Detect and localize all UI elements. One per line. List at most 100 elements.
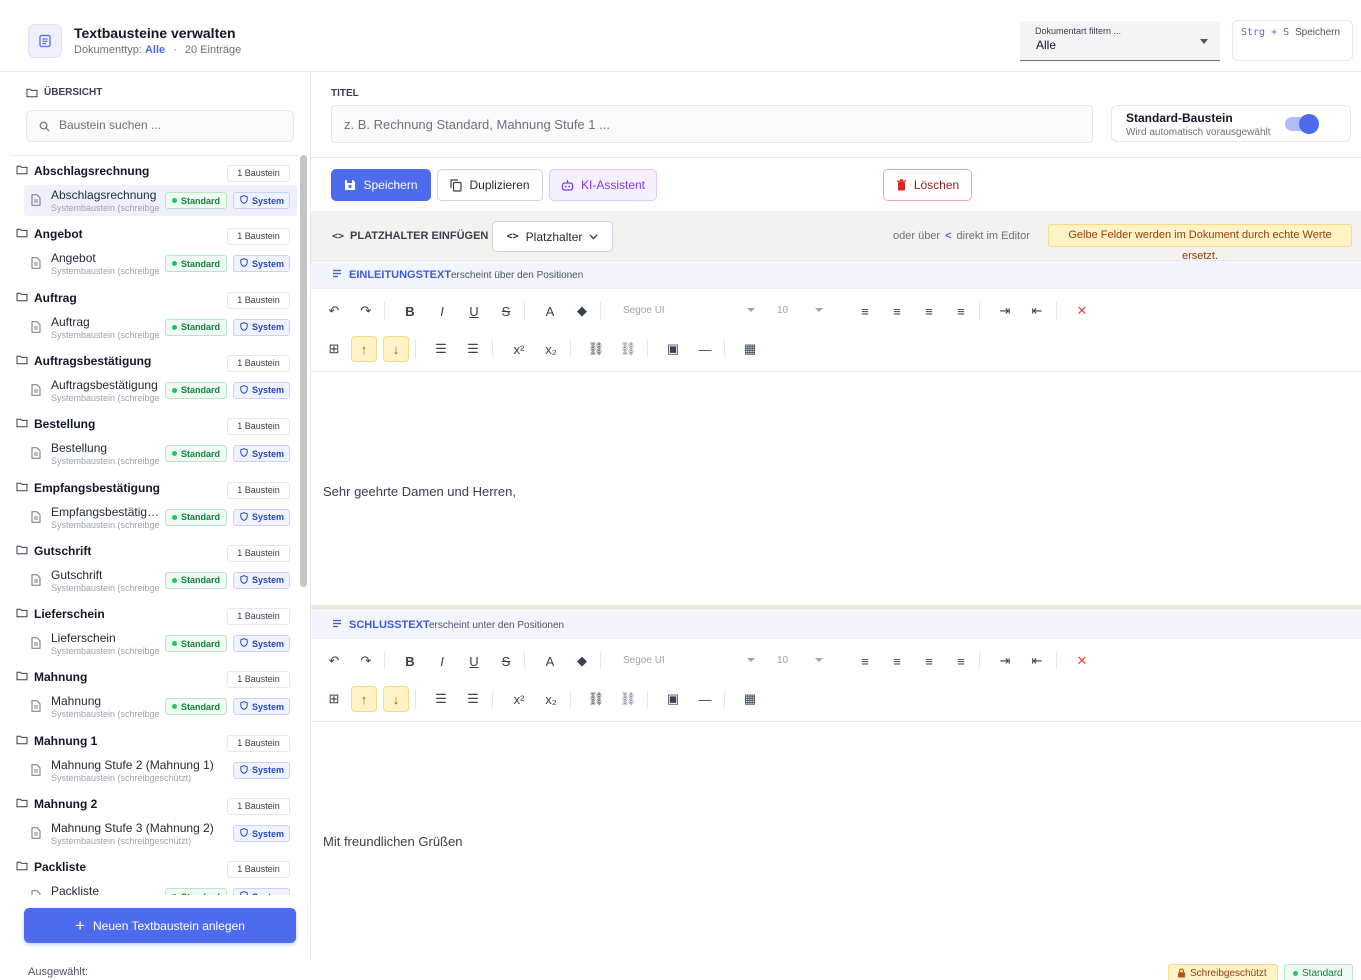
bullet-list-button[interactable]: ☰ <box>460 686 486 712</box>
image-button[interactable]: ▣ <box>660 686 686 712</box>
unlink-button[interactable]: ⛓ <box>615 686 641 712</box>
highlight-button[interactable]: ◆ <box>569 298 595 324</box>
clear-format-button[interactable]: ✕ <box>1069 648 1095 674</box>
font-color-button[interactable]: A <box>537 648 563 674</box>
font-color-button[interactable]: A <box>537 298 563 324</box>
superscript-button[interactable]: x² <box>506 336 532 362</box>
bold-button[interactable]: B <box>397 648 423 674</box>
link-button[interactable]: ⛓ <box>583 336 609 362</box>
table-button[interactable]: ⊞ <box>321 686 347 712</box>
bold-button[interactable]: B <box>397 298 423 324</box>
align-left-button[interactable]: ≡ <box>852 648 878 674</box>
placeholder-dropdown-button[interactable]: <> Platzhalter <box>492 221 613 252</box>
font-family-select[interactable]: Segoe UI <box>615 299 757 323</box>
indent-button[interactable]: ⇥ <box>992 298 1018 324</box>
unlink-button[interactable]: ⛓ <box>615 336 641 362</box>
group-header[interactable]: Auftrag <box>16 291 77 305</box>
align-center-button[interactable]: ≡ <box>884 298 910 324</box>
title-input[interactable] <box>331 105 1093 143</box>
group-header[interactable]: Mahnung 1 <box>16 734 97 748</box>
highlight-button[interactable]: ◆ <box>569 648 595 674</box>
template-list-item[interactable]: AngebotSystembaustein (schreibgeschützt)… <box>24 248 297 279</box>
underline-button[interactable]: U <box>461 648 487 674</box>
outdent-button[interactable]: ⇤ <box>1024 648 1050 674</box>
move-down-button[interactable]: ↓ <box>383 686 409 712</box>
doc-type-filter-select[interactable]: Dokumentart filtern ... Alle <box>1020 21 1220 61</box>
standard-toggle[interactable] <box>1285 114 1319 134</box>
doc-type-link[interactable]: Alle <box>145 44 165 56</box>
subscript-button[interactable]: x₂ <box>538 686 564 712</box>
search-input[interactable] <box>59 118 279 132</box>
strikethrough-button[interactable]: S <box>493 648 519 674</box>
delete-button[interactable]: Löschen <box>883 169 972 201</box>
justify-button[interactable]: ≡ <box>948 298 974 324</box>
superscript-icon: x² <box>513 691 525 707</box>
font-size-select[interactable]: 10 <box>769 649 825 673</box>
group-header[interactable]: Mahnung <box>16 670 87 684</box>
ai-assistant-button[interactable]: KI-Assistent <box>549 169 657 201</box>
duplicate-button[interactable]: Duplizieren <box>437 169 543 201</box>
redo-button[interactable]: ↷ <box>353 298 379 324</box>
move-up-button[interactable]: ↑ <box>351 686 377 712</box>
group-header[interactable]: Packliste <box>16 860 86 874</box>
superscript-button[interactable]: x² <box>506 686 532 712</box>
numbered-list-button[interactable]: ☰ <box>428 336 454 362</box>
new-template-button[interactable]: + Neuen Textbaustein anlegen <box>24 908 296 943</box>
qr-code-button[interactable]: ▦ <box>737 686 763 712</box>
template-list-item[interactable]: MahnungSystembaustein (schreibgeschützt)… <box>24 691 297 722</box>
numbered-list-button[interactable]: ☰ <box>428 686 454 712</box>
horizontal-rule-button[interactable]: — <box>692 336 718 362</box>
italic-button[interactable]: I <box>429 298 455 324</box>
group-header[interactable]: Mahnung 2 <box>16 797 97 811</box>
template-list-item[interactable]: Auftragsbestätigung Systembaustein (schre… <box>24 375 297 406</box>
outdent-button[interactable]: ⇤ <box>1024 298 1050 324</box>
group-header[interactable]: Gutschrift <box>16 544 91 558</box>
subscript-button[interactable]: x₂ <box>538 336 564 362</box>
template-list-item[interactable]: Abschlagsrechnung Systembaustein (schreib… <box>24 185 297 216</box>
justify-button[interactable]: ≡ <box>948 648 974 674</box>
move-up-button[interactable]: ↑ <box>351 336 377 362</box>
template-list-item[interactable]: Mahnung Stufe 2 (Mahnung 1) Systembaustei… <box>24 755 297 786</box>
qr-code-button[interactable]: ▦ <box>737 336 763 362</box>
template-list-item[interactable]: GutschriftSystembaustein (schreibgeschüt… <box>24 565 297 596</box>
group-header[interactable]: Angebot <box>16 227 83 241</box>
rich-text-editor[interactable]: Sehr geehrte Damen und Herren, <box>311 374 1361 605</box>
group-header[interactable]: Bestellung <box>16 417 95 431</box>
align-right-button[interactable]: ≡ <box>916 648 942 674</box>
indent-button[interactable]: ⇥ <box>992 648 1018 674</box>
sidebar-scrollbar[interactable] <box>300 155 307 587</box>
undo-button[interactable]: ↶ <box>321 298 347 324</box>
bullet-list-button[interactable]: ☰ <box>460 336 486 362</box>
template-list-item[interactable]: PacklisteSystembaustein (schreibgeschütz… <box>24 881 297 895</box>
group-header[interactable]: Auftragsbestätigung <box>16 354 151 368</box>
template-list-item[interactable]: Empfangsbestätigung Systembaustein (schre… <box>24 502 297 533</box>
redo-button[interactable]: ↷ <box>353 648 379 674</box>
align-right-button[interactable]: ≡ <box>916 298 942 324</box>
underline-button[interactable]: U <box>461 298 487 324</box>
template-list-item[interactable]: BestellungSystembaustein (schreibgeschüt… <box>24 438 297 469</box>
move-down-button[interactable]: ↓ <box>383 336 409 362</box>
italic-button[interactable]: I <box>429 648 455 674</box>
editor-toolbar: ↶ ↷ B I U S A ◆ ≡ ≡ ≡ ≡ ⇥ ⇤ ✕ ⊞ ↑ ↓ ☰ ☰ x² x₂ ⛓ ⛓ ▣ — ▦ Segoe UI 10 <box>311 640 1361 722</box>
template-list-item[interactable]: AuftragSystembaustein (schreibgeschützt)… <box>24 312 297 343</box>
table-button[interactable]: ⊞ <box>321 336 347 362</box>
undo-button[interactable]: ↶ <box>321 648 347 674</box>
group-header[interactable]: Abschlagsrechnung <box>16 164 149 178</box>
horizontal-rule-button[interactable]: — <box>692 686 718 712</box>
editor-content: Sehr geehrte Damen und Herren, <box>323 484 516 499</box>
template-name: Auftrag <box>51 314 90 329</box>
font-family-select[interactable]: Segoe UI <box>615 649 757 673</box>
template-list-item[interactable]: LieferscheinSystembaustein (schreibgesch… <box>24 628 297 659</box>
save-button[interactable]: Speichern <box>331 169 431 201</box>
group-header[interactable]: Empfangsbestätigung <box>16 481 160 495</box>
strikethrough-button[interactable]: S <box>493 298 519 324</box>
clear-format-button[interactable]: ✕ <box>1069 298 1095 324</box>
align-center-button[interactable]: ≡ <box>884 648 910 674</box>
font-size-select[interactable]: 10 <box>769 299 825 323</box>
template-list-item[interactable]: Mahnung Stufe 3 (Mahnung 2) Systembaustei… <box>24 818 297 849</box>
rich-text-editor[interactable]: Mit freundlichen Grüßen <box>311 724 1361 956</box>
align-left-button[interactable]: ≡ <box>852 298 878 324</box>
group-header[interactable]: Lieferschein <box>16 607 105 621</box>
link-button[interactable]: ⛓ <box>583 686 609 712</box>
image-button[interactable]: ▣ <box>660 336 686 362</box>
